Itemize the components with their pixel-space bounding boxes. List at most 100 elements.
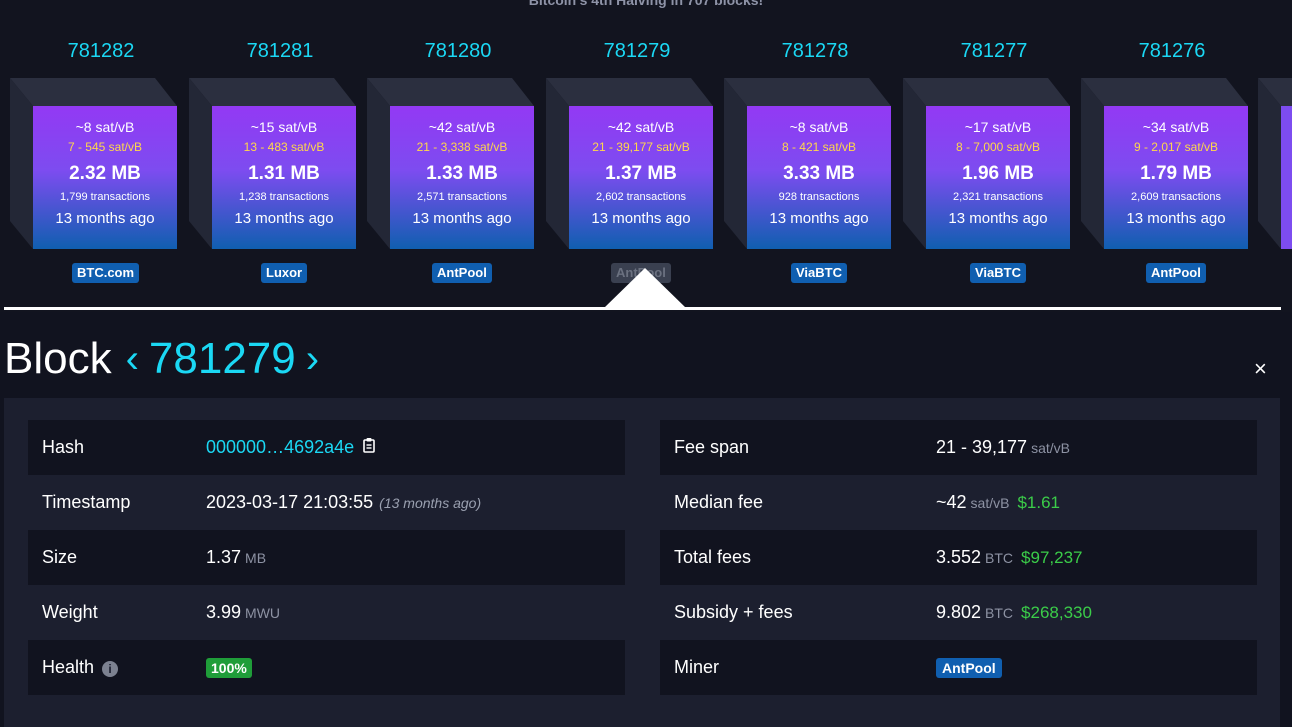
health-label: Health [42,657,95,677]
median-fee-text: ~17 sat/vB [964,119,1032,135]
mining-pool-badge[interactable]: ViaBTC [970,263,1026,283]
block-age-text: 13 months ago [234,210,334,227]
weight-value: 3.99 [206,602,242,622]
weight-label: Weight [42,602,98,622]
block-age-text: 13 months ago [769,210,869,227]
block-age-text: 13 months ago [1126,210,1226,227]
median-fee-text: ~8 sat/vB [75,119,135,135]
block-height[interactable]: 781279 [149,334,296,384]
block-cube[interactable]: ~42 sat/vB 21 - 3,338 sat/vB 1.33 MB 2,571 … [367,78,535,250]
block-details-panel: Hash 000000…4692a4e Timestamp 2023-03-17… [4,398,1280,727]
block-size-text: 3.33 MB [783,163,855,184]
block-cube-face[interactable]: ~42 sat/vB 21 - 3,338 sat/vB 1.33 MB 2,571 … [390,106,534,249]
health-label-wrap: Health i [28,657,206,678]
transaction-count-text: 1,799 transactions [60,191,150,203]
hash-value-link[interactable]: 000000…4692a4e [206,437,354,458]
block-cube[interactable]: ~17 sat/vB 8 - 7,000 sat/vB 1.96 MB 2,321 t… [903,78,1071,250]
block-cube[interactable]: ~8 sat/vB 8 - 421 sat/vB 3.33 MB 928 transa… [724,78,892,250]
feespan-value: 21 - 39,177 [936,437,1028,457]
size-label: Size [42,547,78,567]
timestamp-value: 2023-03-17 21:03:55 [206,492,374,512]
feespan-row: Fee span 21 - 39,177 sat/vB [660,420,1257,475]
info-icon[interactable]: i [102,661,119,677]
transaction-count-text: 2,571 transactions [417,191,507,203]
block-cube-face[interactable]: ~17 sat/vB 8 - 7,000 sat/vB 1.96 MB 2,321 t… [926,106,1070,249]
block-age-text: 13 months ago [55,210,155,227]
timestamp-row: Timestamp 2023-03-17 21:03:55 (13 months… [28,475,625,530]
totalfees-unit: BTC [985,549,1014,566]
transaction-count-text: 2,602 transactions [596,191,686,203]
median-usd: $1.61 [1017,492,1060,512]
block-size-text: 1.96 MB [962,163,1034,184]
median-label: Median fee [674,492,764,512]
fee-range-text: 13 - 483 sat/vB [243,140,325,154]
transaction-count-text: 2,321 transactions [953,191,1043,203]
block-cube-face[interactable]: ~34 sat/vB 9 - 2,017 sat/vB 1.79 MB 2,609 t… [1104,106,1248,249]
block-cube[interactable]: ~15 sat/vB 13 - 483 sat/vB 1.31 MB 1,238 tr… [189,78,357,250]
block-cube-face[interactable]: ~42 sat/vB 21 - 39,177 sat/vB 1.37 MB 2,602… [569,106,713,249]
block-height-link[interactable]: 781279 [547,40,727,63]
fee-range-text: 7 - 545 sat/vB [67,140,143,154]
details-right-table: Fee span 21 - 39,177 sat/vB Median fee ~… [660,420,1257,695]
health-row: Health i 100% [28,640,625,695]
block-height-link[interactable]: 781281 [190,40,370,63]
halving-banner: Bitcoin's 4th Halving in 707 blocks! [528,0,764,8]
hash-row: Hash 000000…4692a4e [28,420,625,475]
clipboard-copy-icon[interactable] [362,437,376,458]
next-block-chevron-icon[interactable]: › [306,337,319,382]
hash-label: Hash [42,437,85,457]
block-height-link[interactable]: 781278 [725,40,905,63]
totalfees-value: 3.552 [936,547,982,567]
prev-block-chevron-icon[interactable]: ‹ [126,337,139,382]
block-cube[interactable]: ~8 sat/vB 7 - 545 sat/vB 2.32 MB 1,799 tran… [10,78,178,250]
fee-range-text: 9 - 2,017 sat/vB [1133,140,1219,154]
block-height-link[interactable]: 781282 [11,40,191,63]
block-height-link[interactable]: 781276 [1082,40,1262,63]
miner-row: Miner AntPool [660,640,1257,695]
mining-pool-badge[interactable]: AntPool [432,263,492,283]
weight-unit: MWU [245,604,281,621]
totalfees-label: Total fees [674,547,752,567]
fee-range-text: 21 - 3,338 sat/vB [416,140,508,154]
transaction-count-text: 1,238 transactions [239,191,329,203]
block-age-text: 13 months ago [948,210,1048,227]
block-cube[interactable]: ~34 sat/vB 9 - 2,017 sat/vB 1.79 MB 2,609 t… [1081,78,1249,250]
miner-badge[interactable]: AntPool [936,657,1002,678]
totalfees-row: Total fees 3.552 BTC $97,237 [660,530,1257,585]
block-height-link[interactable]: 781277 [904,40,1084,63]
median-fee-text: ~15 sat/vB [250,119,318,135]
block-cube-face[interactable]: ~8 sat/vB 8 - 421 sat/vB 3.33 MB 928 transa… [747,106,891,249]
block-size-text: 2.32 MB [69,163,141,184]
block-cube[interactable]: ~42 sat/vB 21 - 39,177 sat/vB 1.37 MB 2,602… [546,78,714,250]
mining-pool-badge[interactable]: Luxor [261,263,308,283]
timestamp-ago: (13 months ago) [379,494,482,511]
fee-range-text: 21 - 39,177 sat/vB [592,140,690,154]
block-age-text: 13 months ago [591,210,691,227]
details-left-table: Hash 000000…4692a4e Timestamp 2023-03-17… [28,420,625,695]
close-icon[interactable]: × [1254,356,1267,382]
selected-block-pointer [604,268,686,308]
median-fee-text: ~42 sat/vB [428,119,496,135]
block-title: Block ‹ 781279 › [4,332,329,386]
median-fee-text: ~8 sat/vB [789,119,849,135]
weight-row: Weight 3.99 MWU [28,585,625,640]
block-cube-face[interactable]: ~8 sat/vB 7 - 545 sat/vB 2.32 MB 1,799 tran… [33,106,177,249]
mining-pool-badge[interactable]: BTC.com [72,263,140,283]
miner-label: Miner [674,657,720,677]
size-row: Size 1.37 MB [28,530,625,585]
block-size-text: 1.37 MB [605,163,677,184]
block-size-text: 1.31 MB [248,163,320,184]
size-unit: MB [245,549,267,566]
block-height-link[interactable]: 781280 [368,40,548,63]
block-cube-face[interactable]: ~15 sat/vB 13 - 483 sat/vB 1.31 MB 1,238 tr… [212,106,356,249]
transaction-count-text: 928 transactions [778,191,860,203]
mining-pool-badge[interactable]: ViaBTC [791,263,847,283]
block-age-text: 13 months ago [412,210,512,227]
subsidy-value: 9.802 [936,602,982,622]
feespan-label: Fee span [674,437,750,457]
mining-pool-badge[interactable]: AntPool [1146,263,1206,283]
next-block-cube-partial[interactable] [1258,78,1292,250]
subsidy-usd: $268,330 [1021,602,1092,622]
transaction-count-text: 2,609 transactions [1131,191,1221,203]
totalfees-usd: $97,237 [1021,547,1083,567]
